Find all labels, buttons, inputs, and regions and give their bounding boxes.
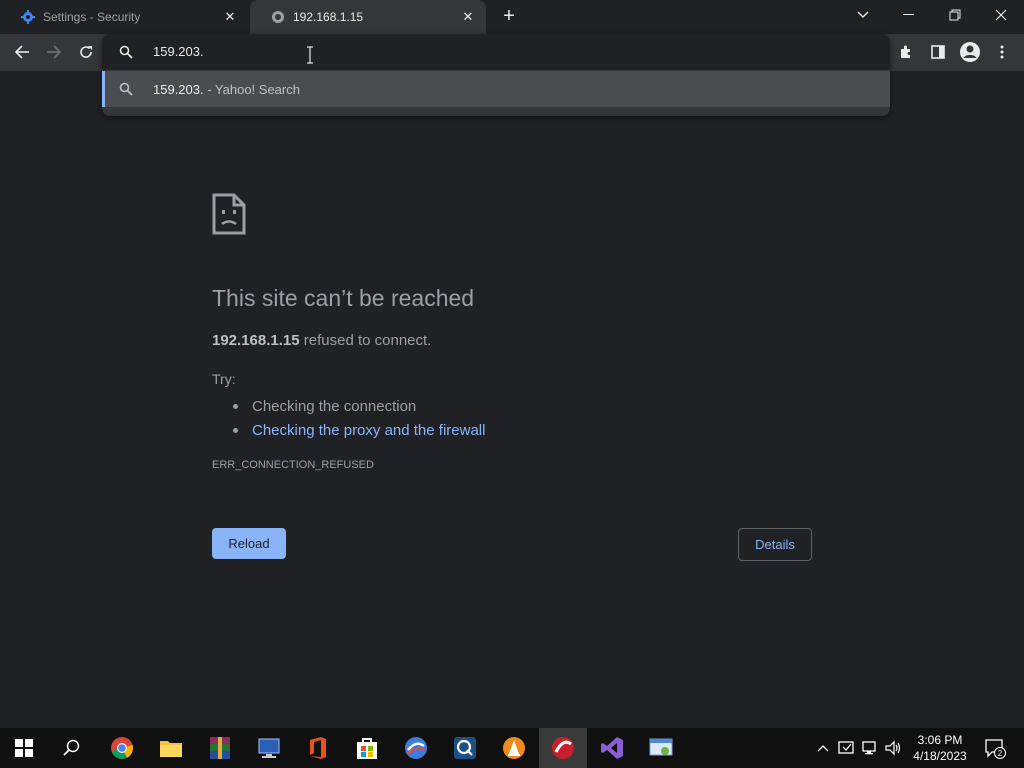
menu-kebab-icon[interactable] [988,38,1016,66]
error-message: refused to connect. [299,332,432,349]
try-label: Try: [212,371,236,387]
volume-icon[interactable] [883,728,905,768]
search-icon[interactable] [48,728,96,768]
error-code: ERR_CONNECTION_REFUSED [212,459,374,471]
network-icon[interactable] [860,728,882,768]
visual-studio-icon[interactable] [588,728,636,768]
bullet [233,427,238,433]
windows-taskbar: 3:06 PM 4/18/2023 2 [0,728,1024,768]
new-tab-button[interactable]: + [497,5,521,29]
winrar-icon[interactable] [196,728,244,768]
system-clock[interactable]: 3:06 PM 4/18/2023 [905,732,975,764]
chrome-icon[interactable] [98,728,146,768]
close-icon[interactable]: ✕ [220,7,240,27]
suggestion-engine: - Yahoo! Search [203,82,300,97]
suggestion-check-connection: Checking the connection [252,397,417,415]
suggestion-check-proxy-link[interactable]: Checking the proxy and the firewall [252,422,485,439]
notification-center-icon[interactable]: 2 [980,728,1010,768]
search-icon [119,45,133,59]
extensions-icon[interactable] [892,38,920,66]
clock-time: 3:06 PM [917,733,963,747]
address-input[interactable]: 159.203. [153,44,204,59]
profile-avatar-icon[interactable] [956,38,984,66]
restore-button[interactable] [932,0,978,30]
store-icon[interactable] [343,728,391,768]
omnibox-dropdown: 159.203. 159.203. - Yahoo! Search [102,34,890,116]
address-bar[interactable]: 159.203. [102,34,890,70]
file-explorer-icon[interactable] [147,728,195,768]
office-icon[interactable] [294,728,342,768]
text-cursor-icon [305,46,315,64]
globe-icon [271,10,285,24]
bullet [233,403,238,409]
notification-count: 2 [998,749,1003,758]
app-red-icon[interactable] [539,728,587,768]
reload-icon[interactable] [72,38,100,66]
clock-date: 4/18/2023 [913,749,967,763]
error-host: 192.168.1.15 [212,332,300,349]
details-button[interactable]: Details [738,528,812,561]
tab-title: Settings - Security [43,10,141,24]
remote-desktop-icon[interactable] [245,728,293,768]
tab-title: 192.168.1.15 [293,10,364,24]
forward-button[interactable] [40,38,68,66]
show-hidden-icons-icon[interactable] [812,728,834,768]
reload-button[interactable]: Reload [212,528,286,559]
list-item: Checking the connection [233,394,485,418]
windows-start-icon[interactable] [0,728,48,768]
omnibox-suggestion[interactable]: 159.203. - Yahoo! Search [102,71,890,107]
suggestion-query: 159.203. [153,82,204,97]
minimize-button[interactable] [886,0,932,30]
error-title: This site can’t be reached [212,285,475,311]
close-window-button[interactable] [978,0,1024,30]
close-icon[interactable]: ✕ [458,7,478,27]
tab-settings-security[interactable]: Settings - Security ✕ [0,0,248,34]
suggestion-text: 159.203. - Yahoo! Search [153,82,300,97]
selection-indicator [102,71,105,107]
tab-active[interactable]: 192.168.1.15 ✕ [250,0,486,34]
sad-page-icon [212,193,246,235]
app-swirl-icon[interactable] [392,728,440,768]
gear-icon [21,10,35,24]
back-button[interactable] [8,38,36,66]
error-description: 192.168.1.15 refused to connect. [212,332,431,349]
security-tray-icon[interactable] [836,728,858,768]
suggestion-list: Checking the connection Checking the pro… [233,394,485,442]
tab-strip: Settings - Security ✕ 192.168.1.15 ✕ + [0,0,1024,34]
list-item[interactable]: Checking the proxy and the firewall [233,418,485,442]
vlc-icon[interactable] [490,728,538,768]
search-icon [119,82,133,96]
qbittorrent-icon[interactable] [441,728,489,768]
control-panel-icon[interactable] [637,728,685,768]
side-panel-icon[interactable] [924,38,952,66]
tab-search-button[interactable] [840,0,886,30]
